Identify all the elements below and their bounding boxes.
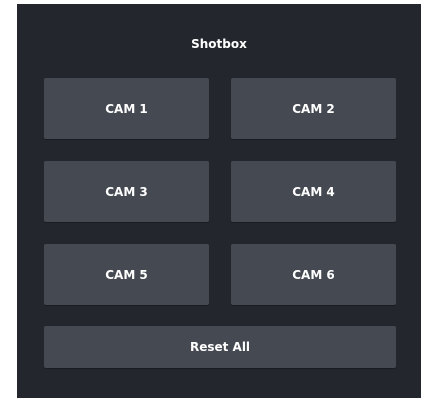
cam-4-button[interactable]: CAM 4 bbox=[231, 161, 396, 222]
cam-1-button[interactable]: CAM 1 bbox=[44, 78, 209, 139]
shotbox-panel: Shotbox CAM 1 CAM 2 CAM 3 CAM 4 CAM 5 CA… bbox=[17, 4, 421, 398]
cam-2-button[interactable]: CAM 2 bbox=[231, 78, 396, 139]
reset-all-button[interactable]: Reset All bbox=[44, 326, 396, 368]
cam-5-button[interactable]: CAM 5 bbox=[44, 244, 209, 305]
panel-title: Shotbox bbox=[191, 37, 247, 51]
cam-3-button[interactable]: CAM 3 bbox=[44, 161, 209, 222]
cam-6-button[interactable]: CAM 6 bbox=[231, 244, 396, 305]
